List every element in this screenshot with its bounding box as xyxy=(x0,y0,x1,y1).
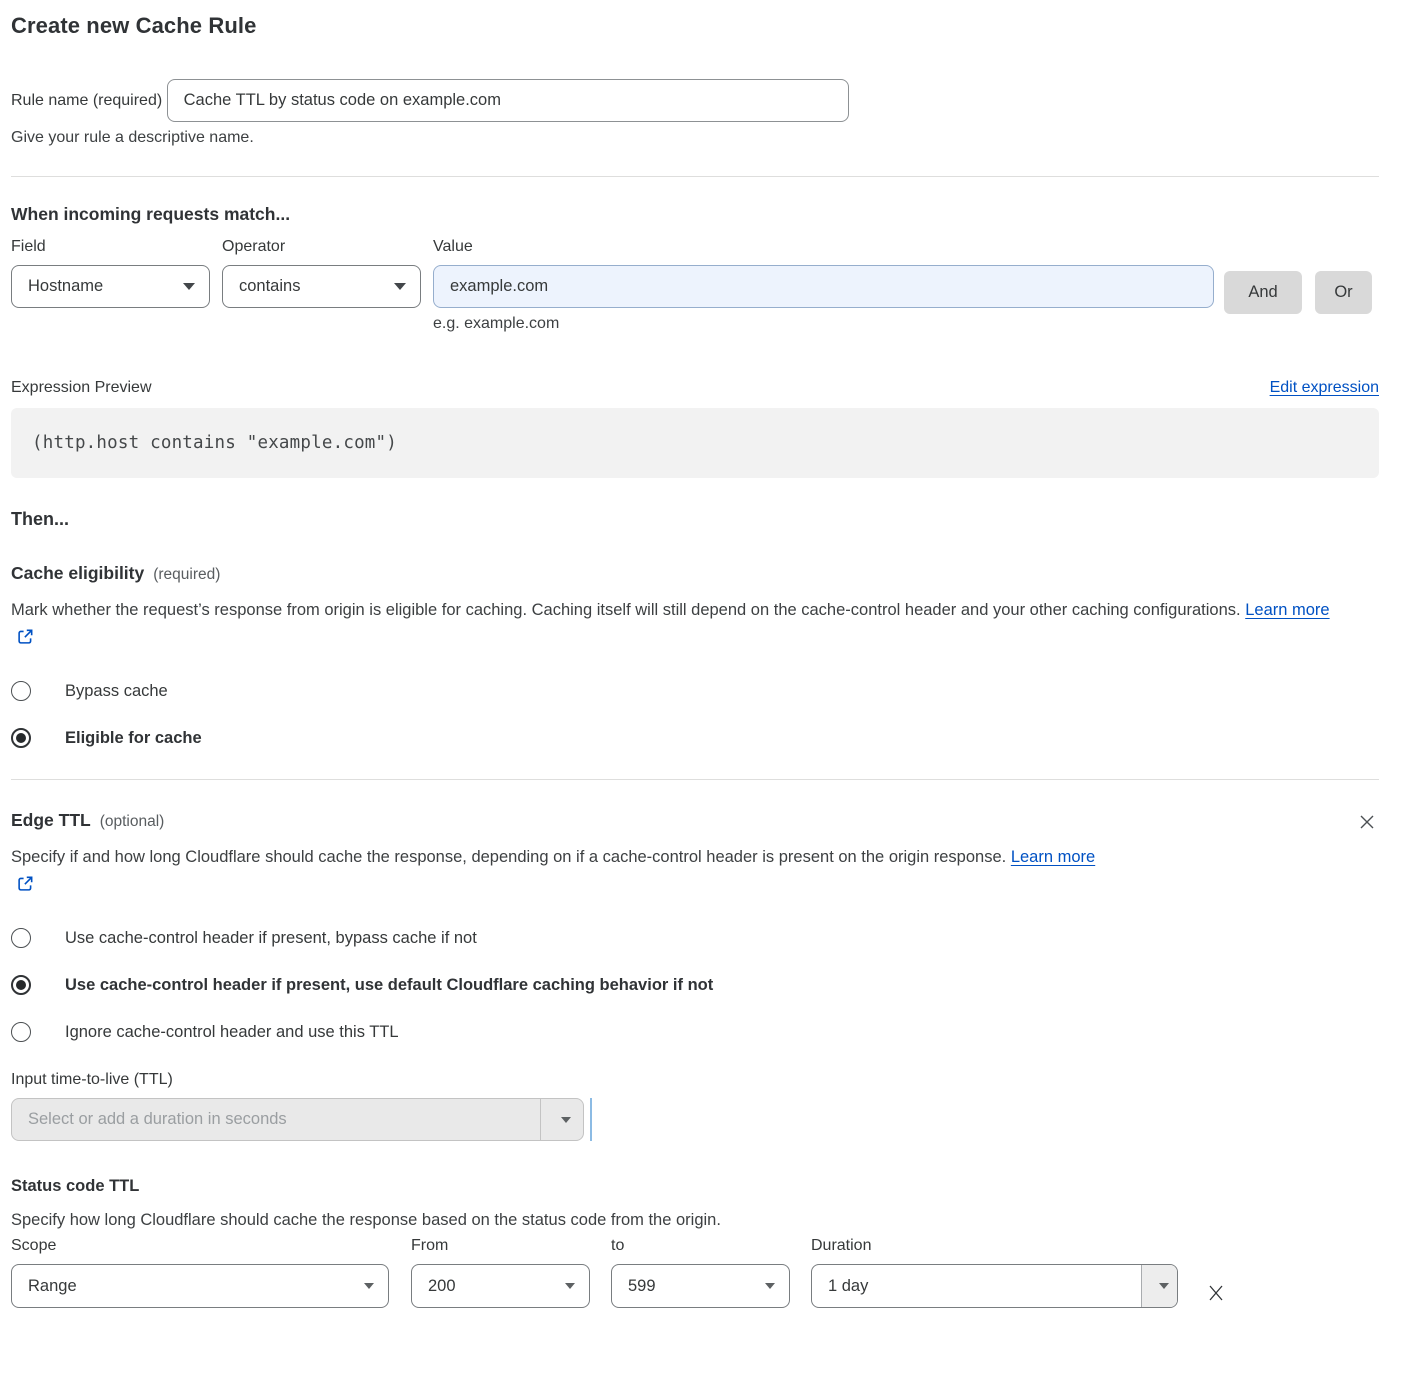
and-button[interactable]: And xyxy=(1224,271,1302,314)
ttl-select-placeholder: Select or add a duration in seconds xyxy=(12,1099,540,1140)
rule-name-label: Rule name (required) xyxy=(11,92,162,109)
rule-name-helper: Give your rule a descriptive name. xyxy=(11,129,1376,147)
delete-status-ttl-row-button[interactable] xyxy=(1203,1280,1229,1306)
chevron-down-icon xyxy=(561,1117,571,1123)
cache-eligibility-description: Mark whether the request’s response from… xyxy=(11,596,1351,654)
duration-select-value: 1 day xyxy=(812,1265,1141,1307)
radio-button-icon[interactable] xyxy=(11,1022,31,1042)
cache-eligibility-title: Cache eligibility xyxy=(11,563,144,584)
value-helper: e.g. example.com xyxy=(433,315,1214,333)
radio-button-icon[interactable] xyxy=(11,928,31,948)
radio-button-selected-icon[interactable] xyxy=(11,975,31,995)
chevron-down-icon xyxy=(765,1283,775,1289)
radio-use-cc-default[interactable]: Use cache-control header if present, use… xyxy=(11,975,1376,995)
operator-label: Operator xyxy=(222,238,421,256)
edit-expression-link[interactable]: Edit expression xyxy=(1270,379,1379,397)
radio-label: Use cache-control header if present, use… xyxy=(65,976,713,995)
match-condition-row: Field Hostname Operator contains Value e… xyxy=(11,238,1376,333)
match-heading: When incoming requests match... xyxy=(11,204,1376,225)
edge-ttl-learn-more-link[interactable]: Learn more xyxy=(1011,848,1095,866)
status-code-ttl-title: Status code TTL xyxy=(11,1177,1376,1196)
to-label: to xyxy=(611,1237,790,1255)
cache-eligibility-description-text: Mark whether the request’s response from… xyxy=(11,601,1241,619)
close-edge-ttl-button[interactable] xyxy=(1355,810,1379,834)
ttl-select-dropdown-button[interactable] xyxy=(540,1099,583,1140)
close-icon xyxy=(1357,820,1377,835)
radio-label: Bypass cache xyxy=(65,682,168,701)
cache-eligibility-qualifier: (required) xyxy=(153,566,220,584)
radio-ignore-cc[interactable]: Ignore cache-control header and use this… xyxy=(11,1022,1376,1042)
chevron-down-icon xyxy=(394,283,406,290)
ttl-select-row: Select or add a duration in seconds xyxy=(11,1098,1376,1141)
radio-button-icon[interactable] xyxy=(11,681,31,701)
radio-label: Use cache-control header if present, byp… xyxy=(65,929,477,948)
to-select-value: 599 xyxy=(628,1277,656,1296)
close-icon xyxy=(1205,1292,1227,1307)
radio-eligible-for-cache[interactable]: Eligible for cache xyxy=(11,728,1376,748)
external-link-icon xyxy=(17,873,34,901)
edge-ttl-description-text: Specify if and how long Cloudflare shoul… xyxy=(11,848,1006,866)
chevron-down-icon xyxy=(565,1283,575,1289)
edge-ttl-heading: Edge TTL (optional) xyxy=(11,810,164,831)
expression-code-text: (http.host contains "example.com") xyxy=(32,433,397,453)
expression-preview-label: Expression Preview xyxy=(11,379,152,397)
from-label: From xyxy=(411,1237,590,1255)
ttl-input-label: Input time-to-live (TTL) xyxy=(11,1071,1376,1089)
radio-bypass-cache[interactable]: Bypass cache xyxy=(11,681,1376,701)
chevron-down-icon xyxy=(364,1283,374,1289)
status-code-ttl-description: Specify how long Cloudflare should cache… xyxy=(11,1211,1376,1230)
edge-ttl-title: Edge TTL xyxy=(11,810,91,831)
status-code-ttl-row: Scope Range From 200 to 599 Duration 1 d… xyxy=(11,1237,1376,1308)
field-select-value: Hostname xyxy=(28,277,103,296)
ttl-duration-select[interactable]: Select or add a duration in seconds xyxy=(11,1098,584,1141)
section-divider xyxy=(11,779,1379,780)
duration-dropdown-button[interactable] xyxy=(1141,1265,1177,1307)
radio-button-selected-icon[interactable] xyxy=(11,728,31,748)
expression-preview-header: Expression Preview Edit expression xyxy=(11,379,1379,397)
chevron-down-icon xyxy=(183,283,195,290)
value-input[interactable] xyxy=(433,265,1214,308)
radio-use-cc-bypass[interactable]: Use cache-control header if present, byp… xyxy=(11,928,1376,948)
field-label: Field xyxy=(11,238,210,256)
scope-label: Scope xyxy=(11,1237,389,1255)
radio-label: Ignore cache-control header and use this… xyxy=(65,1023,399,1042)
operator-select[interactable]: contains xyxy=(222,265,421,308)
field-select[interactable]: Hostname xyxy=(11,265,210,308)
edge-ttl-qualifier: (optional) xyxy=(100,813,165,831)
text-cursor xyxy=(590,1098,592,1141)
value-label: Value xyxy=(433,238,1214,256)
from-select-value: 200 xyxy=(428,1277,456,1296)
edge-ttl-heading-row: Edge TTL (optional) xyxy=(11,810,1379,834)
to-select[interactable]: 599 xyxy=(611,1264,790,1308)
page-title: Create new Cache Rule xyxy=(11,13,1376,39)
operator-select-value: contains xyxy=(239,277,300,296)
external-link-icon xyxy=(17,626,34,654)
cache-eligibility-heading: Cache eligibility (required) xyxy=(11,563,1376,584)
duration-select[interactable]: 1 day xyxy=(811,1264,1178,1308)
from-select[interactable]: 200 xyxy=(411,1264,590,1308)
section-divider xyxy=(11,176,1379,177)
radio-label: Eligible for cache xyxy=(65,729,202,748)
scope-select-value: Range xyxy=(28,1277,77,1296)
scope-select[interactable]: Range xyxy=(11,1264,389,1308)
chevron-down-icon xyxy=(1159,1283,1169,1289)
expression-preview-code: (http.host contains "example.com") xyxy=(11,408,1379,478)
duration-label: Duration xyxy=(811,1237,1178,1255)
edge-ttl-description: Specify if and how long Cloudflare shoul… xyxy=(11,843,1111,901)
rule-name-input[interactable] xyxy=(167,79,849,122)
rule-name-section: Rule name (required) Give your rule a de… xyxy=(11,70,1376,147)
or-button[interactable]: Or xyxy=(1315,271,1372,314)
then-heading: Then... xyxy=(11,509,1376,530)
cache-eligibility-learn-more-link[interactable]: Learn more xyxy=(1245,601,1329,619)
